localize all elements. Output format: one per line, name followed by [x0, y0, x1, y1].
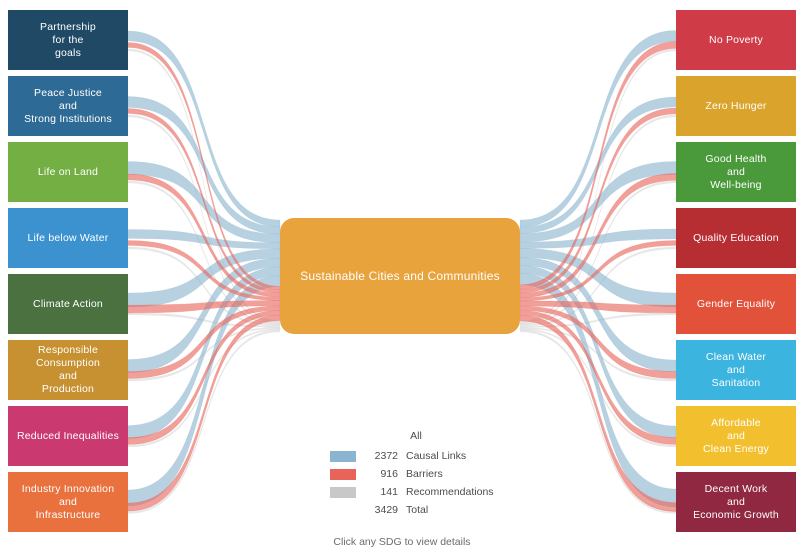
- sdg-node-label: Life on Land: [37, 165, 99, 178]
- legend-swatch-recommendation: [330, 486, 356, 498]
- legend-swatch-none: [330, 505, 356, 516]
- legend-count: 2372: [374, 450, 398, 462]
- sdg-node-left-4[interactable]: Climate Action: [8, 274, 128, 334]
- sdg-node-label: Life below Water: [27, 231, 109, 244]
- sdg-node-right-0[interactable]: No Poverty: [676, 10, 796, 70]
- legend-count: 916: [380, 468, 398, 480]
- sdg-node-right-4[interactable]: Gender Equality: [676, 274, 796, 334]
- sdg-node-right-2[interactable]: Good Health and Well-being: [676, 142, 796, 202]
- legend-row-2: 141 Recommendations: [330, 484, 530, 500]
- sdg-node-right-1[interactable]: Zero Hunger: [676, 76, 796, 136]
- sdg-node-label: Reduced Inequalities: [16, 429, 120, 442]
- center-node-label: Sustainable Cities and Communities: [300, 269, 500, 283]
- sdg-node-right-7[interactable]: Decent Work and Economic Growth: [676, 472, 796, 532]
- legend-rows: 2372 Causal Links 916 Barriers 141 Recommenda…: [330, 448, 530, 518]
- center-node-sustainable-cities[interactable]: Sustainable Cities and Communities: [280, 218, 520, 334]
- right-ribbons: [519, 30, 677, 514]
- sdg-node-label: Gender Equality: [696, 297, 776, 310]
- sdg-node-left-3[interactable]: Life below Water: [8, 208, 128, 268]
- sdg-node-right-6[interactable]: Affordable and Clean Energy: [676, 406, 796, 466]
- sdg-node-right-3[interactable]: Quality Education: [676, 208, 796, 268]
- legend-label: Barriers: [406, 468, 443, 480]
- sdg-node-label: Affordable and Clean Energy: [702, 416, 770, 455]
- sdg-node-label: Clean Water and Sanitation: [705, 350, 767, 389]
- sdg-node-label: Good Health and Well-being: [705, 152, 767, 191]
- left-ribbons: [127, 30, 281, 514]
- sdg-node-label: Zero Hunger: [705, 99, 767, 112]
- legend-row-0: 2372 Causal Links: [330, 448, 530, 464]
- sdg-node-label: Decent Work and Economic Growth: [693, 482, 779, 521]
- sankey-diagram: Partnership for the goals Peace Justice a…: [0, 0, 804, 555]
- sdg-node-left-6[interactable]: Reduced Inequalities: [8, 406, 128, 466]
- sdg-node-left-7[interactable]: Industry Innovation and Infrastructure: [8, 472, 128, 532]
- legend: All 2372 Causal Links 916 Barriers 141 Recomm…: [330, 430, 530, 520]
- sdg-node-label: Responsible Consumption and Production: [35, 344, 101, 395]
- sdg-node-label: Partnership for the goals: [40, 20, 96, 59]
- legend-label: Recommendations: [406, 486, 494, 498]
- sdg-node-left-1[interactable]: Peace Justice and Strong Institutions: [8, 76, 128, 136]
- footer-hint: Click any SDG to view details: [333, 536, 471, 548]
- legend-title: All: [410, 430, 422, 442]
- legend-label: Total: [406, 504, 429, 516]
- legend-count: 141: [380, 486, 398, 498]
- sdg-node-label: Climate Action: [33, 297, 103, 310]
- sdg-node-label: No Poverty: [709, 33, 763, 46]
- sdg-node-left-2[interactable]: Life on Land: [8, 142, 128, 202]
- legend-row-3: 3429 Total: [330, 502, 530, 518]
- legend-label: Causal Links: [406, 450, 467, 462]
- legend-row-1: 916 Barriers: [330, 466, 530, 482]
- sdg-node-left-0[interactable]: Partnership for the goals: [8, 10, 128, 70]
- sdg-node-label: Quality Education: [693, 231, 779, 244]
- sdg-node-left-5[interactable]: Responsible Consumption and Production: [8, 340, 128, 400]
- sdg-node-right-5[interactable]: Clean Water and Sanitation: [676, 340, 796, 400]
- legend-swatch-causal: [330, 450, 356, 462]
- sdg-node-label: Peace Justice and Strong Institutions: [24, 86, 112, 125]
- legend-count: 3429: [374, 504, 398, 516]
- legend-swatch-barrier: [330, 468, 356, 480]
- sdg-node-label: Industry Innovation and Infrastructure: [21, 482, 115, 521]
